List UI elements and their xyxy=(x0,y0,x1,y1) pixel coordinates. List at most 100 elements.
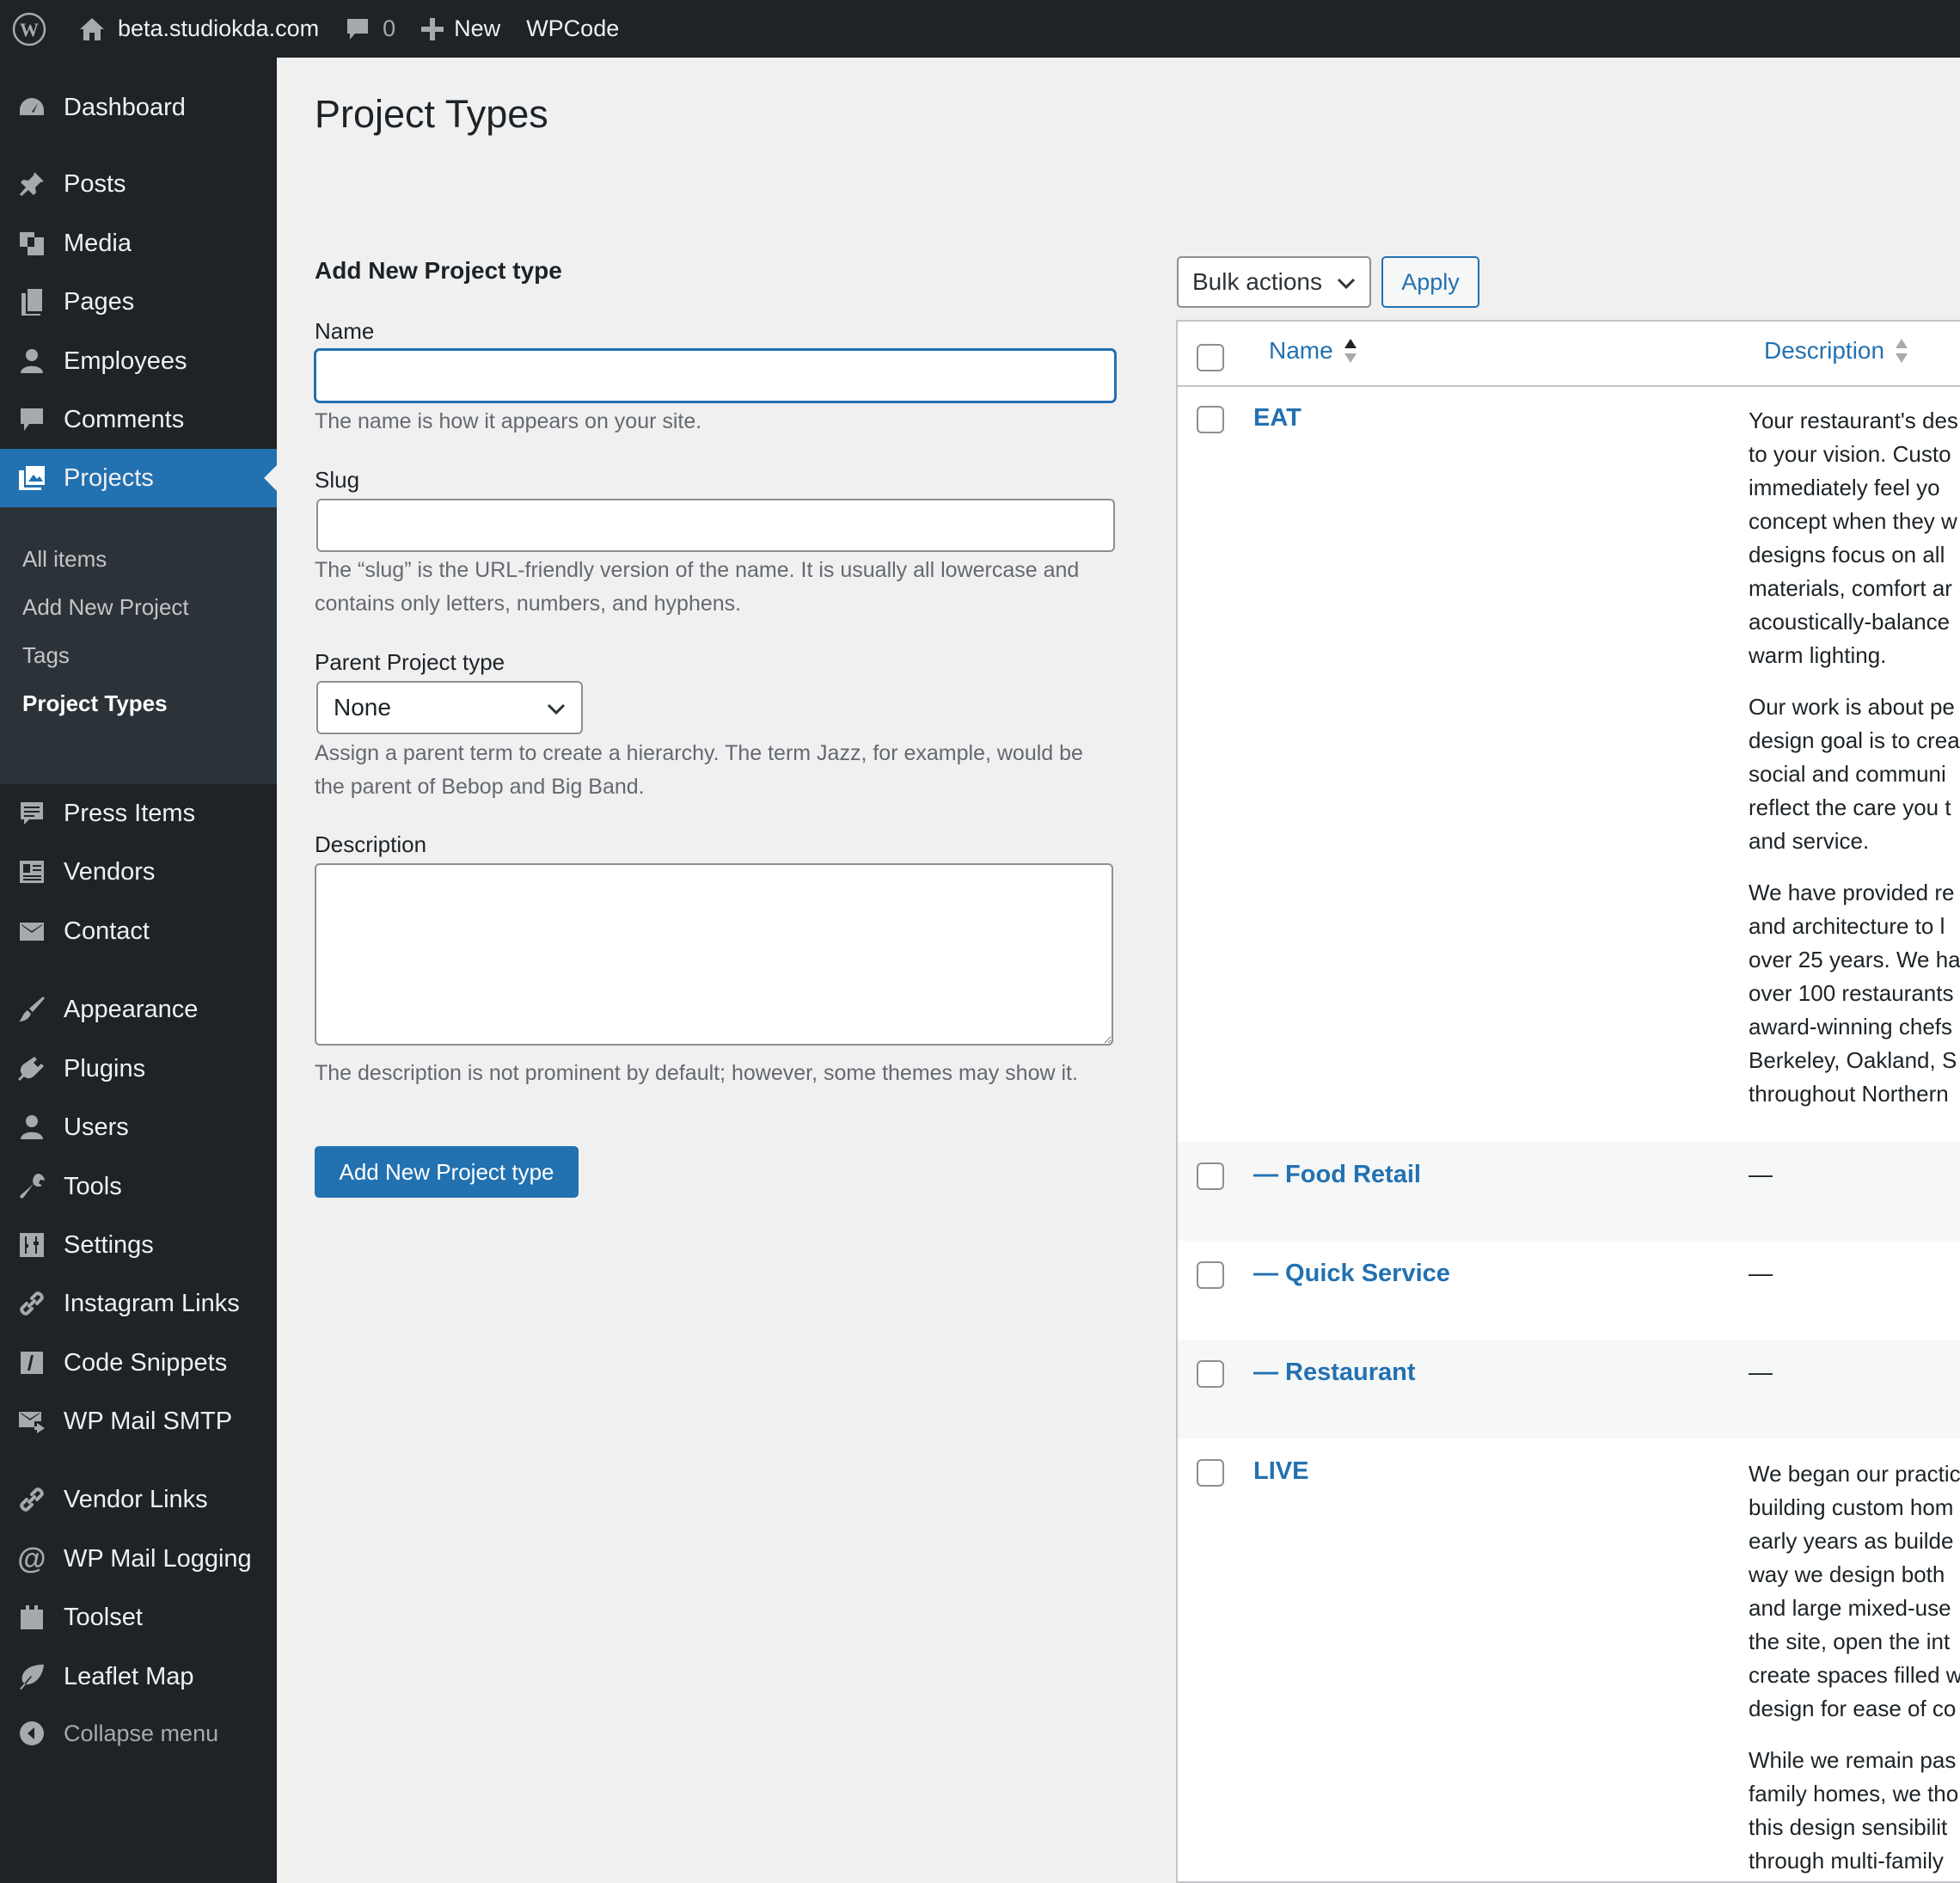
submenu-item-tags[interactable]: Tags xyxy=(22,642,70,669)
name-input[interactable] xyxy=(315,349,1116,402)
terms-table: Name Description EAT Your restaurant's d… xyxy=(1176,320,1960,1883)
sidebar-item-pages[interactable]: Pages xyxy=(0,273,277,331)
user-icon xyxy=(0,1098,64,1156)
parent-type-selected: None xyxy=(334,694,391,721)
term-description: — xyxy=(1749,1359,1773,1385)
at-icon: @ xyxy=(17,1542,46,1575)
admin-sidebar: All items Add New Project Tags Project T… xyxy=(0,58,277,1883)
sidebar-item-employees[interactable]: Employees xyxy=(0,332,277,390)
sidebar-item-label: Appearance xyxy=(64,995,199,1023)
term-name-link[interactable]: — Food Retail xyxy=(1253,1161,1421,1189)
sidebar-item-label: Projects xyxy=(64,463,154,492)
description-textarea[interactable] xyxy=(315,863,1113,1046)
sidebar-item-toolset[interactable]: Toolset xyxy=(0,1588,277,1647)
table-row: — Food Retail — xyxy=(1178,1142,1960,1241)
sidebar-item-contact[interactable]: Contact xyxy=(0,902,277,960)
sidebar-item-instagram-links[interactable]: Instagram Links xyxy=(0,1274,277,1333)
sidebar-item-label: Pages xyxy=(64,287,135,316)
select-all-checkbox[interactable] xyxy=(1197,344,1224,371)
comment-icon xyxy=(0,390,64,449)
portfolio-icon xyxy=(0,449,64,507)
column-name[interactable]: Name xyxy=(1269,337,1357,365)
sidebar-item-tools[interactable]: Tools xyxy=(0,1157,277,1216)
code-icon xyxy=(0,1334,64,1392)
svg-text:W: W xyxy=(20,19,39,40)
sidebar-item-label: Contact xyxy=(64,917,150,945)
settings-icon xyxy=(0,1216,64,1274)
wrench-icon xyxy=(0,1157,64,1216)
row-checkbox[interactable] xyxy=(1197,406,1224,433)
sidebar-item-label: Comments xyxy=(64,405,185,433)
parent-type-select[interactable]: None xyxy=(316,681,583,734)
row-checkbox[interactable] xyxy=(1197,1261,1224,1289)
submenu-item-add-new-project[interactable]: Add New Project xyxy=(22,594,189,621)
submenu-item-project-types[interactable]: Project Types xyxy=(22,690,168,717)
comments-link[interactable]: 0 xyxy=(332,0,408,58)
description-label: Description xyxy=(315,831,427,857)
sidebar-item-users[interactable]: Users xyxy=(0,1098,277,1156)
sidebar-item-press-items[interactable]: Press Items xyxy=(0,784,277,843)
add-new-form-title: Add New Project type xyxy=(315,257,562,284)
sidebar-item-settings[interactable]: Settings xyxy=(0,1216,277,1274)
description-help-text: The description is not prominent by defa… xyxy=(315,1061,1078,1085)
comments-count: 0 xyxy=(383,15,396,41)
row-checkbox[interactable] xyxy=(1197,1360,1224,1388)
sidebar-item-label: Press Items xyxy=(64,799,196,827)
toolset-icon xyxy=(0,1588,64,1647)
collapse-menu-button[interactable]: Collapse menu xyxy=(0,1704,277,1763)
pin-icon xyxy=(0,155,64,213)
row-checkbox[interactable] xyxy=(1197,1162,1224,1190)
sidebar-item-vendor-links[interactable]: Vendor Links xyxy=(0,1470,277,1529)
sidebar-item-label: Code Snippets xyxy=(64,1348,228,1377)
wpcode-link[interactable]: WPCode xyxy=(513,0,632,58)
sidebar-item-wp-mail-logging[interactable]: @ WP Mail Logging xyxy=(0,1530,277,1588)
dashboard-icon xyxy=(0,78,64,137)
sidebar-item-posts[interactable]: Posts xyxy=(0,155,277,213)
table-row: — Quick Service — xyxy=(1178,1241,1960,1340)
sidebar-item-dashboard[interactable]: Dashboard xyxy=(0,78,277,137)
apply-button[interactable]: Apply xyxy=(1381,256,1479,308)
table-row: LIVE We began our practic building custo… xyxy=(1178,1438,1960,1881)
submenu-item-all-items[interactable]: All items xyxy=(22,546,107,573)
sidebar-item-label: Posts xyxy=(64,169,126,198)
user-icon xyxy=(0,332,64,390)
sidebar-item-label: Vendor Links xyxy=(64,1485,208,1513)
new-content-link[interactable]: New xyxy=(408,0,513,58)
row-checkbox[interactable] xyxy=(1197,1459,1224,1487)
email-icon xyxy=(0,902,64,960)
site-name-link[interactable]: beta.studiokda.com xyxy=(65,0,332,58)
term-name-link[interactable]: — Quick Service xyxy=(1253,1260,1450,1288)
bulk-actions-select[interactable]: Bulk actions xyxy=(1177,256,1371,308)
term-name-link[interactable]: LIVE xyxy=(1253,1457,1308,1486)
link-icon xyxy=(0,1470,64,1529)
sidebar-item-label: Plugins xyxy=(64,1054,146,1083)
column-name-label: Name xyxy=(1269,337,1333,364)
sidebar-item-label: WP Mail Logging xyxy=(64,1544,252,1573)
table-row: — Restaurant — xyxy=(1178,1340,1960,1438)
sidebar-item-label: Instagram Links xyxy=(64,1289,240,1317)
term-description: We began our practic building custom hom… xyxy=(1749,1461,1960,1874)
sidebar-item-media[interactable]: Media xyxy=(0,214,277,273)
admin-bar: W beta.studiokda.com 0 New WPCode xyxy=(0,0,1960,58)
sidebar-item-code-snippets[interactable]: Code Snippets xyxy=(0,1334,277,1392)
wordpress-logo-icon[interactable]: W xyxy=(0,0,65,58)
vendors-icon xyxy=(0,843,64,901)
projects-submenu: All items Add New Project Tags Project T… xyxy=(0,506,277,784)
sidebar-item-vendors[interactable]: Vendors xyxy=(0,843,277,901)
sidebar-item-label: Dashboard xyxy=(64,93,186,121)
sidebar-item-projects[interactable]: Projects xyxy=(0,449,277,507)
sidebar-item-label: Media xyxy=(64,229,132,257)
add-new-project-type-button[interactable]: Add New Project type xyxy=(315,1146,579,1198)
column-description[interactable]: Description xyxy=(1764,337,1908,365)
chevron-down-icon xyxy=(1337,268,1356,296)
home-icon xyxy=(78,16,106,42)
term-name-link[interactable]: EAT xyxy=(1253,404,1302,432)
sidebar-item-appearance[interactable]: Appearance xyxy=(0,980,277,1039)
sidebar-item-plugins[interactable]: Plugins xyxy=(0,1040,277,1098)
slug-input[interactable] xyxy=(316,499,1115,552)
sidebar-item-comments[interactable]: Comments xyxy=(0,390,277,449)
sidebar-item-wp-mail-smtp[interactable]: WP Mail SMTP xyxy=(0,1392,277,1451)
sidebar-item-leaflet-map[interactable]: Leaflet Map xyxy=(0,1647,277,1706)
term-name-link[interactable]: — Restaurant xyxy=(1253,1359,1416,1387)
plus-icon xyxy=(421,17,444,40)
